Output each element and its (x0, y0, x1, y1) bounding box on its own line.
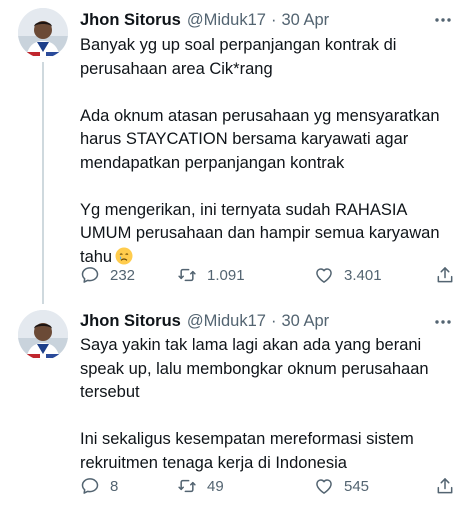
retweet-count: 1.091 (207, 266, 245, 284)
text-line: mendapatkan perpanjangan kontrak (80, 153, 345, 172)
author-name[interactable]: Jhon Sitorus (80, 312, 181, 331)
avatar[interactable] (18, 8, 68, 58)
like-count: 3.401 (344, 266, 382, 284)
like-count: 545 (344, 477, 370, 495)
text-line: harus STAYCATION bersama karyawati agar (80, 130, 409, 148)
heart-icon (316, 268, 332, 283)
text-line: speak up, lalu membongkar oknum perusaha… (80, 359, 429, 378)
header-separator: · (270, 311, 277, 330)
retweet-icon (178, 268, 196, 282)
share-button[interactable] (435, 263, 455, 287)
more-horizontal-icon (435, 320, 451, 324)
more-horizontal-icon (435, 18, 451, 22)
tweet-date[interactable]: 30 Apr (281, 11, 329, 30)
share-button[interactable] (435, 474, 455, 498)
reply-count: 8 (110, 477, 119, 495)
tweet-text: Saya yakin tak lama lagi akan ada yang b… (80, 334, 455, 475)
retweet-button[interactable]: 49 (177, 474, 224, 498)
text-line: rekruitmen tenaga kerja di Indonesia (80, 453, 347, 472)
header-separator: · (270, 10, 277, 29)
tweet[interactable]: Jhon Sitorus @Miduk17 · 30 Apr Saya yaki… (0, 300, 473, 505)
like-button[interactable]: 3.401 (314, 263, 382, 287)
reply-icon (81, 478, 99, 494)
more-options-button[interactable] (433, 312, 453, 332)
text-line: Yg mengerikan, ini ternyata sudah RAHASI… (80, 200, 408, 219)
text-line: Ini sekaligus kesempatan mereformasi sis… (80, 430, 414, 448)
author-name[interactable]: Jhon Sitorus (80, 11, 181, 30)
retweet-count: 49 (207, 477, 224, 495)
tweet[interactable]: Jhon Sitorus @Miduk17 · 30 Apr Banyak yg… (0, 0, 473, 304)
heart-icon (316, 479, 332, 494)
tweet-date[interactable]: 30 Apr (281, 312, 329, 331)
reply-icon (81, 267, 99, 283)
share-icon (437, 478, 453, 494)
text-line: Ada oknum atasan perusahaan yg mensyarat… (80, 106, 440, 125)
author-handle[interactable]: @Miduk17 (187, 312, 266, 331)
tweet-header: Jhon Sitorus @Miduk17 · 30 Apr (80, 309, 329, 333)
reply-button[interactable]: 232 (80, 263, 135, 287)
avatar[interactable] (18, 310, 68, 360)
more-options-button[interactable] (433, 10, 453, 30)
tweet-header: Jhon Sitorus @Miduk17 · 30 Apr (80, 8, 329, 32)
text-line: Banyak yg up soal perpanjangan kontrak d… (80, 36, 397, 54)
reply-button[interactable]: 8 (80, 474, 118, 498)
text-line: tersebut (80, 383, 140, 401)
text-line: UMUM perusahaan dan hampir semua karyawa… (80, 224, 440, 242)
retweet-button[interactable]: 1.091 (177, 263, 245, 287)
text-line: perusahaan area Cik*rang (80, 59, 273, 78)
tweet-actions: 232 1.091 3.401 (80, 263, 455, 287)
tweet-actions: 8 49 545 (80, 474, 455, 498)
like-button[interactable]: 545 (314, 474, 369, 498)
author-handle[interactable]: @Miduk17 (187, 11, 266, 30)
retweet-icon (178, 479, 196, 493)
crying-face-icon (115, 247, 133, 265)
thread-connector-line (42, 62, 44, 304)
reply-count: 232 (110, 266, 136, 284)
share-icon (437, 267, 453, 283)
tweet-text: Banyak yg up soal perpanjangan kontrak d… (80, 34, 455, 269)
text-line: Saya yakin tak lama lagi akan ada yang b… (80, 336, 422, 354)
